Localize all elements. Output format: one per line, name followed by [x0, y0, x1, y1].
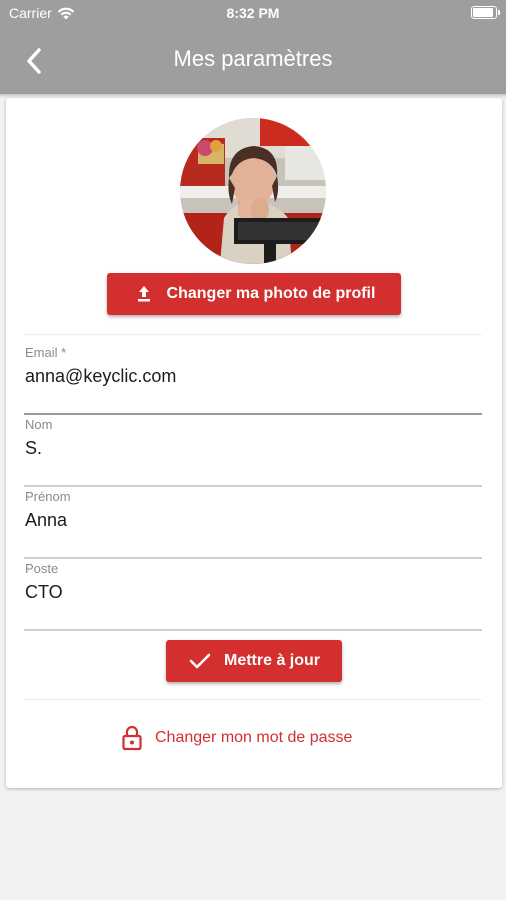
email-value: anna@keyclic.com — [25, 366, 177, 386]
last-name-label: Nom — [25, 417, 53, 432]
nav-bar: Mes paramètres — [0, 26, 506, 94]
upload-icon — [137, 286, 150, 302]
battery-icon — [471, 6, 500, 19]
divider — [24, 334, 482, 335]
change-password-link[interactable]: Changer mon mot de passe — [121, 722, 352, 754]
avatar — [180, 118, 326, 264]
first-name-underline — [24, 557, 482, 559]
position-field[interactable]: Poste CTO — [24, 561, 482, 631]
status-time: 8:32 PM — [226, 5, 280, 21]
first-name-field[interactable]: Prénom Anna — [24, 489, 482, 559]
last-name-field[interactable]: Nom S. — [24, 417, 482, 487]
first-name-value: Anna — [25, 510, 68, 530]
checkmark-icon — [189, 653, 211, 669]
lock-icon — [122, 725, 142, 751]
first-name-label: Prénom — [25, 489, 71, 504]
position-label: Poste — [25, 561, 59, 576]
email-field[interactable]: Email * anna@keyclic.com — [24, 345, 482, 415]
position-underline — [24, 629, 482, 631]
profile-photo — [180, 118, 326, 264]
email-underline — [24, 413, 482, 415]
page-title: Mes paramètres — [173, 46, 333, 71]
battery-level — [473, 8, 493, 17]
change-photo-button[interactable]: Changer ma photo de profil — [107, 273, 401, 315]
status-bar: Carrier 8:32 PM — [0, 0, 506, 26]
email-label: Email * — [25, 345, 67, 360]
last-name-value: S. — [25, 438, 43, 458]
divider — [24, 699, 482, 700]
last-name-underline — [24, 485, 482, 487]
settings-card: Changer ma photo de profil Email * anna@… — [6, 98, 502, 788]
change-photo-label: Changer ma photo de profil — [166, 285, 376, 302]
position-value: CTO — [25, 582, 63, 602]
change-password-label: Changer mon mot de passe — [155, 729, 353, 746]
update-button[interactable]: Mettre à jour — [166, 640, 342, 682]
update-label: Mettre à jour — [223, 652, 320, 669]
